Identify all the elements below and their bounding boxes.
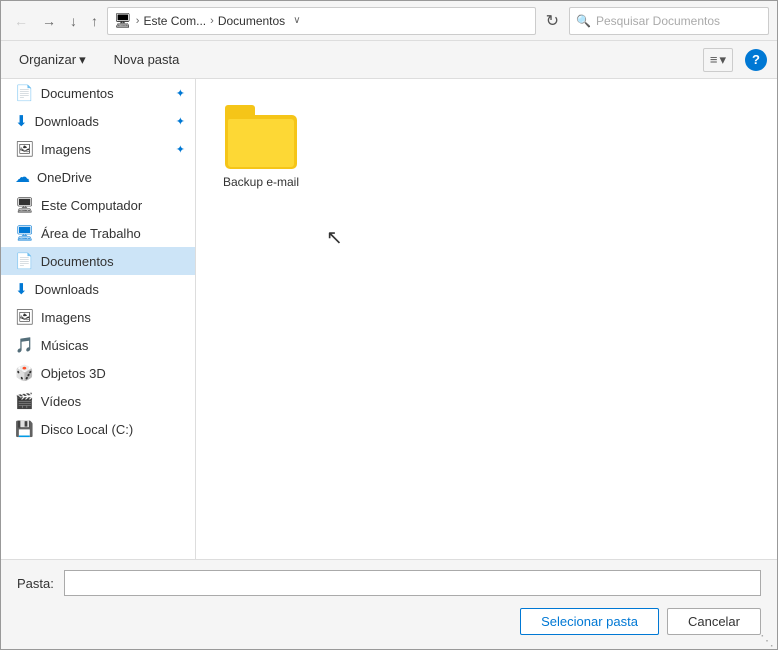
sidebar-item-disco-local[interactable]: 💾 Disco Local (C:) (1, 415, 195, 443)
sidebar-item-label: Documentos (41, 254, 114, 269)
help-button[interactable]: ? (745, 49, 767, 71)
toolbar: Organizar ▾ Nova pasta ≡ ▾ ? (1, 41, 777, 79)
sidebar-item-label: Imagens (41, 310, 91, 325)
sidebar-item-label: Documentos (41, 86, 114, 101)
help-icon: ? (752, 52, 760, 67)
titlebar: ← → ↓ ↑ 🖥 › Este Com... › Documentos ∨ ↻… (1, 1, 777, 41)
sidebar-item-label: Este Computador (41, 198, 142, 213)
sidebar: 📄 Documentos ✦ ⬇ Downloads ✦ 🖼 Imagens ✦… (1, 79, 196, 559)
breadcrumb[interactable]: 🖥 › Este Com... › Documentos ∨ (107, 7, 536, 35)
view-arrow-icon: ▾ (719, 52, 726, 68)
file-area: Backup e-mail ↖ (196, 79, 777, 559)
imagens-quick-icon: 🖼 (15, 140, 34, 158)
forward-button[interactable]: → (37, 11, 61, 31)
musicas-icon: 🎵 (15, 336, 34, 354)
button-row: Selecionar pasta Cancelar (17, 608, 761, 635)
sidebar-item-downloads[interactable]: ⬇ Downloads (1, 275, 195, 303)
file-dialog: ← → ↓ ↑ 🖥 › Este Com... › Documentos ∨ ↻… (0, 0, 778, 650)
disco-local-icon: 💾 (15, 420, 34, 438)
file-label: Backup e-mail (223, 175, 299, 189)
pasta-row: Pasta: (17, 570, 761, 596)
resize-handle[interactable]: ⋱ (760, 632, 774, 646)
organize-label: Organizar (19, 52, 76, 67)
folder-icon (225, 105, 297, 169)
dropdown-icon: ↓ (70, 13, 77, 29)
search-box[interactable]: 🔍 Pesquisar Documentos (569, 7, 769, 35)
up-icon: ↑ (91, 13, 98, 29)
sidebar-item-area-de-trabalho[interactable]: 🖥 Área de Trabalho (1, 219, 195, 247)
sidebar-item-label: Imagens (41, 142, 91, 157)
crumb-part1: Este Com... (143, 14, 206, 28)
sidebar-item-videos[interactable]: 🎬 Vídeos (1, 387, 195, 415)
sidebar-item-label: Downloads (35, 282, 99, 297)
documentos-icon: 📄 (15, 252, 34, 270)
refresh-icon: ↻ (546, 13, 559, 30)
videos-icon: 🎬 (15, 392, 34, 410)
pin-icon: ✦ (176, 143, 185, 156)
sidebar-item-label: Músicas (41, 338, 89, 353)
crumb-dropdown-icon: ∨ (293, 15, 300, 26)
crumb-arrow2: › (210, 15, 214, 27)
sidebar-item-label: Objetos 3D (41, 366, 106, 381)
dropdown-button[interactable]: ↓ (65, 11, 82, 31)
objetos3d-icon: 🎲 (15, 364, 34, 382)
view-button[interactable]: ≡ ▾ (703, 48, 733, 72)
file-grid: Backup e-mail (216, 99, 757, 195)
downloads-quick-icon: ⬇ (15, 112, 28, 130)
view-icon: ≡ (710, 52, 718, 67)
sidebar-item-imagens[interactable]: 🖼 Imagens (1, 303, 195, 331)
sidebar-item-documentos[interactable]: 📄 Documentos (1, 247, 195, 275)
sidebar-item-imagens-quick[interactable]: 🖼 Imagens ✦ (1, 135, 195, 163)
cancel-button[interactable]: Cancelar (667, 608, 761, 635)
sidebar-item-label: Vídeos (41, 394, 81, 409)
este-computador-icon: 🖥 (15, 196, 34, 214)
area-trabalho-icon: 🖥 (15, 224, 34, 242)
list-item[interactable]: Backup e-mail (216, 99, 306, 195)
refresh-button[interactable]: ↻ (540, 8, 565, 34)
documentos-quick-icon: 📄 (15, 84, 34, 102)
sidebar-item-label: Disco Local (C:) (41, 422, 133, 437)
organize-arrow-icon: ▾ (79, 52, 86, 68)
sidebar-item-documentos-quick[interactable]: 📄 Documentos ✦ (1, 79, 195, 107)
onedrive-icon: ☁ (15, 168, 30, 186)
pasta-label: Pasta: (17, 576, 54, 591)
pasta-input[interactable] (64, 570, 761, 596)
downloads-icon: ⬇ (15, 280, 28, 298)
back-button[interactable]: ← (9, 11, 33, 31)
select-folder-button[interactable]: Selecionar pasta (520, 608, 659, 635)
search-icon: 🔍 (576, 14, 591, 28)
sidebar-item-musicas[interactable]: 🎵 Músicas (1, 331, 195, 359)
sidebar-item-este-computador[interactable]: 🖥 Este Computador (1, 191, 195, 219)
new-folder-label: Nova pasta (114, 52, 180, 67)
imagens-icon: 🖼 (15, 308, 34, 326)
crumb-arrow1: › (136, 15, 140, 27)
sidebar-item-label: Downloads (35, 114, 99, 129)
bottom-bar: Pasta: Selecionar pasta Cancelar (1, 559, 777, 649)
sidebar-item-onedrive[interactable]: ☁ OneDrive (1, 163, 195, 191)
crumb-computer-icon: 🖥 (114, 12, 132, 29)
crumb-part3: Documentos (218, 14, 285, 28)
forward-icon: → (42, 13, 56, 29)
sidebar-item-label: Área de Trabalho (41, 226, 141, 241)
pin-icon: ✦ (176, 87, 185, 100)
main-content: 📄 Documentos ✦ ⬇ Downloads ✦ 🖼 Imagens ✦… (1, 79, 777, 559)
pin-icon: ✦ (176, 115, 185, 128)
sidebar-item-label: OneDrive (37, 170, 92, 185)
search-placeholder: Pesquisar Documentos (596, 14, 720, 28)
sidebar-item-downloads-quick[interactable]: ⬇ Downloads ✦ (1, 107, 195, 135)
cursor-icon: ↖ (326, 225, 343, 250)
back-icon: ← (14, 13, 28, 29)
sidebar-item-objetos-3d[interactable]: 🎲 Objetos 3D (1, 359, 195, 387)
up-button[interactable]: ↑ (86, 11, 103, 31)
new-folder-button[interactable]: Nova pasta (106, 49, 188, 70)
organize-button[interactable]: Organizar ▾ (11, 49, 94, 71)
